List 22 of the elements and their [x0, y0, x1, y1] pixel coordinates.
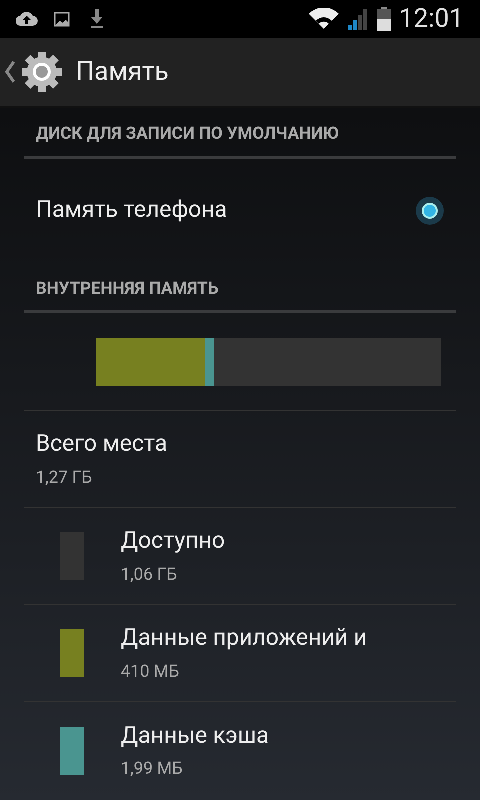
storage-option[interactable]: Память телефона	[24, 158, 456, 262]
signal-icon	[347, 8, 370, 30]
section-header: ДИСК ДЛЯ ЗАПИСИ ПО УМОЛЧАНИЮ	[24, 108, 456, 158]
item-title: Данные приложений и	[121, 623, 368, 653]
download-icon	[90, 9, 104, 29]
item-title: Данные кэша	[121, 720, 270, 750]
item-title: Всего места	[36, 429, 169, 459]
settings-icon	[20, 50, 64, 94]
image-icon	[54, 12, 70, 26]
clock: 12:01	[399, 2, 464, 36]
item-value: 1,99 МБ	[121, 758, 184, 781]
cloud-upload-icon	[16, 11, 38, 27]
item-value: 1,27 ГБ	[36, 466, 94, 490]
section-header: ВНУТРЕННЯЯ ПАМЯТЬ	[24, 262, 456, 313]
radio-button[interactable]	[416, 196, 444, 224]
battery-icon	[377, 7, 392, 31]
wifi-icon	[309, 8, 340, 30]
item-value: 410 МБ	[121, 660, 180, 684]
item-title: Доступно	[121, 526, 226, 556]
caret-icon	[4, 61, 16, 83]
screen-title: Память	[76, 56, 169, 88]
item-value: 1,06 ГБ	[121, 564, 178, 586]
